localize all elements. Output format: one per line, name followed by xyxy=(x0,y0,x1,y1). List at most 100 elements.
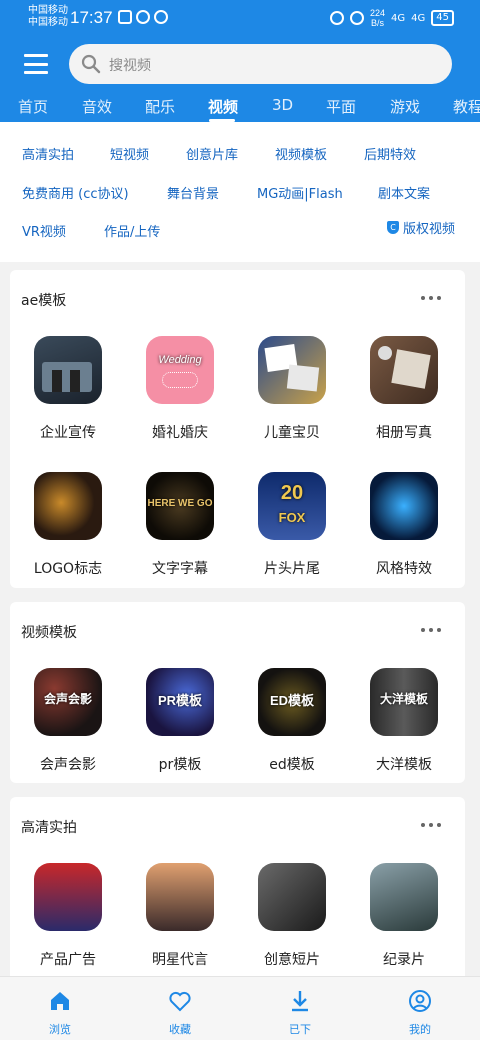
tile-wedding[interactable]: Wedding 婚礼婚庆 xyxy=(125,336,235,446)
subnav-mg-flash[interactable]: MG动画|Flash xyxy=(257,183,343,202)
tile-label: pr模板 xyxy=(158,757,202,773)
subnav-vr-video[interactable]: VR视频 xyxy=(22,221,66,240)
tile-huisheng[interactable]: 会声会影 会声会影 xyxy=(13,668,123,778)
tile-label: 大洋模板 xyxy=(376,757,432,773)
tile-album[interactable]: 相册写真 xyxy=(349,336,459,446)
thumbnail xyxy=(34,472,102,540)
tile-celebrity[interactable]: 明星代言 xyxy=(125,863,235,973)
section-ae-templates: ae模板 企业宣传 Wedding 婚礼婚庆 儿童宝贝 相册写真 LOGO标志 xyxy=(10,270,465,588)
app-header: 搜视频 首页 音效 配乐 视频 3D 平面 游戏 教程 xyxy=(0,36,480,122)
carrier-1: 中国移动 xyxy=(28,5,68,16)
section-title: 高清实拍 xyxy=(21,820,77,836)
tile-documentary[interactable]: 纪录片 xyxy=(349,863,459,973)
tile-creative-shorts[interactable]: 创意短片 xyxy=(237,863,347,973)
subnav-video-templates[interactable]: 视频模板 xyxy=(275,144,327,163)
thumbnail xyxy=(370,472,438,540)
section-title: 视频模板 xyxy=(21,625,77,641)
nav-favorites[interactable]: 收藏 xyxy=(140,989,220,1037)
tile-ed[interactable]: ED模板 ed模板 xyxy=(237,668,347,778)
thumbnail xyxy=(146,863,214,931)
carrier-2: 中国移动 xyxy=(28,17,68,28)
tile-label: 会声会影 xyxy=(40,757,96,773)
subnav-post-effects[interactable]: 后期特效 xyxy=(364,144,416,163)
search-icon xyxy=(81,54,101,74)
status-right-icons: 224 B/s 4G 4G 45 xyxy=(329,8,454,28)
nav-label: 收藏 xyxy=(169,1023,191,1036)
subnav-upload[interactable]: 作品/上传 xyxy=(104,221,160,240)
bottom-nav: 浏览 收藏 已下 我的 xyxy=(0,976,480,1040)
battery-icon: 45 xyxy=(431,10,454,26)
tab-sound-effects[interactable]: 音效 xyxy=(82,96,112,117)
thumbnail: ED模板 xyxy=(258,668,326,736)
section-title: ae模板 xyxy=(21,293,67,309)
nav-browse[interactable]: 浏览 xyxy=(20,989,100,1037)
thumbnail: 大洋模板 xyxy=(370,668,438,736)
thumbnail xyxy=(370,863,438,931)
subnav-scripts[interactable]: 剧本文案 xyxy=(378,183,430,202)
status-bar: 中国移动 中国移动 17:37 224 B/s 4G 4G 45 xyxy=(0,0,480,36)
video-subcategories: 高清实拍 短视频 创意片库 视频模板 后期特效 免费商用 (cc协议) 舞台背景… xyxy=(0,122,480,262)
nav-label: 我的 xyxy=(409,1023,431,1036)
thumbnail: Wedding xyxy=(146,336,214,404)
more-icon[interactable] xyxy=(421,628,441,632)
home-icon xyxy=(51,992,69,1010)
signal-icon: 4G xyxy=(391,12,406,24)
subnav-creative-library[interactable]: 创意片库 xyxy=(186,144,238,163)
tile-label: LOGO标志 xyxy=(33,561,103,577)
tile-label: 纪录片 xyxy=(383,952,425,968)
subnav-short-video[interactable]: 短视频 xyxy=(110,144,149,163)
more-icon[interactable] xyxy=(421,823,441,827)
search-input[interactable]: 搜视频 xyxy=(69,44,452,84)
tile-label: 文字字幕 xyxy=(152,561,208,577)
tile-label: 婚礼婚庆 xyxy=(152,425,208,441)
subnav-stage-background[interactable]: 舞台背景 xyxy=(167,183,219,202)
tile-intro-outro[interactable]: 20 FOX 片头片尾 xyxy=(237,472,347,582)
nav-profile[interactable]: 我的 xyxy=(380,989,460,1037)
menu-icon[interactable] xyxy=(24,54,48,74)
thumbnail: 20 FOX xyxy=(258,472,326,540)
tab-home[interactable]: 首页 xyxy=(18,96,48,117)
thumbnail xyxy=(258,863,326,931)
thumbnail: HERE WE GO xyxy=(146,472,214,540)
tile-pr[interactable]: PR模板 pr模板 xyxy=(125,668,235,778)
tile-label: ed模板 xyxy=(269,757,315,773)
thumbnail: 会声会影 xyxy=(34,668,102,736)
tab-3d[interactable]: 3D xyxy=(272,96,293,114)
copyright-video-link[interactable]: C 版权视频 xyxy=(387,218,455,237)
tab-games[interactable]: 游戏 xyxy=(390,96,420,117)
tab-video[interactable]: 视频 xyxy=(208,96,238,117)
tab-tutorials[interactable]: 教程 xyxy=(453,96,480,117)
nav-downloaded[interactable]: 已下 xyxy=(260,989,340,1037)
tile-style-effects[interactable]: 风格特效 xyxy=(349,472,459,582)
tile-label: 创意短片 xyxy=(264,952,320,968)
mute-icon xyxy=(349,11,364,25)
tile-captions[interactable]: HERE WE GO 文字字幕 xyxy=(125,472,235,582)
tile-label: 儿童宝贝 xyxy=(264,425,320,441)
tile-corporate[interactable]: 企业宣传 xyxy=(13,336,123,446)
carrier-info: 中国移动 中国移动 xyxy=(28,5,68,29)
tab-graphic[interactable]: 平面 xyxy=(326,96,356,117)
thumbnail xyxy=(34,336,102,404)
category-tabs: 首页 音效 配乐 视频 3D 平面 游戏 教程 xyxy=(0,94,480,122)
tile-kids[interactable]: 儿童宝贝 xyxy=(237,336,347,446)
tile-logo[interactable]: LOGO标志 xyxy=(13,472,123,582)
subnav-free-commercial[interactable]: 免费商用 (cc协议) xyxy=(22,183,129,202)
tile-label: 片头片尾 xyxy=(264,561,320,577)
thumbnail xyxy=(370,336,438,404)
nav-label: 已下 xyxy=(289,1023,311,1036)
thumbnail xyxy=(258,336,326,404)
alarm-icon xyxy=(329,11,344,25)
tile-dayang[interactable]: 大洋模板 大洋模板 xyxy=(349,668,459,778)
more-icon[interactable] xyxy=(421,296,441,300)
tab-music[interactable]: 配乐 xyxy=(145,96,175,117)
user-icon xyxy=(409,990,431,1012)
shield-icon: C xyxy=(387,221,399,234)
download-icon xyxy=(292,991,308,1012)
tile-label: 产品广告 xyxy=(40,952,96,968)
subnav-hd-footage[interactable]: 高清实拍 xyxy=(22,144,74,163)
tile-product-ads[interactable]: 产品广告 xyxy=(13,863,123,973)
nav-label: 浏览 xyxy=(49,1023,71,1036)
clock: 17:37 xyxy=(70,8,113,27)
tile-label: 相册写真 xyxy=(376,425,432,441)
search-placeholder: 搜视频 xyxy=(109,58,151,74)
